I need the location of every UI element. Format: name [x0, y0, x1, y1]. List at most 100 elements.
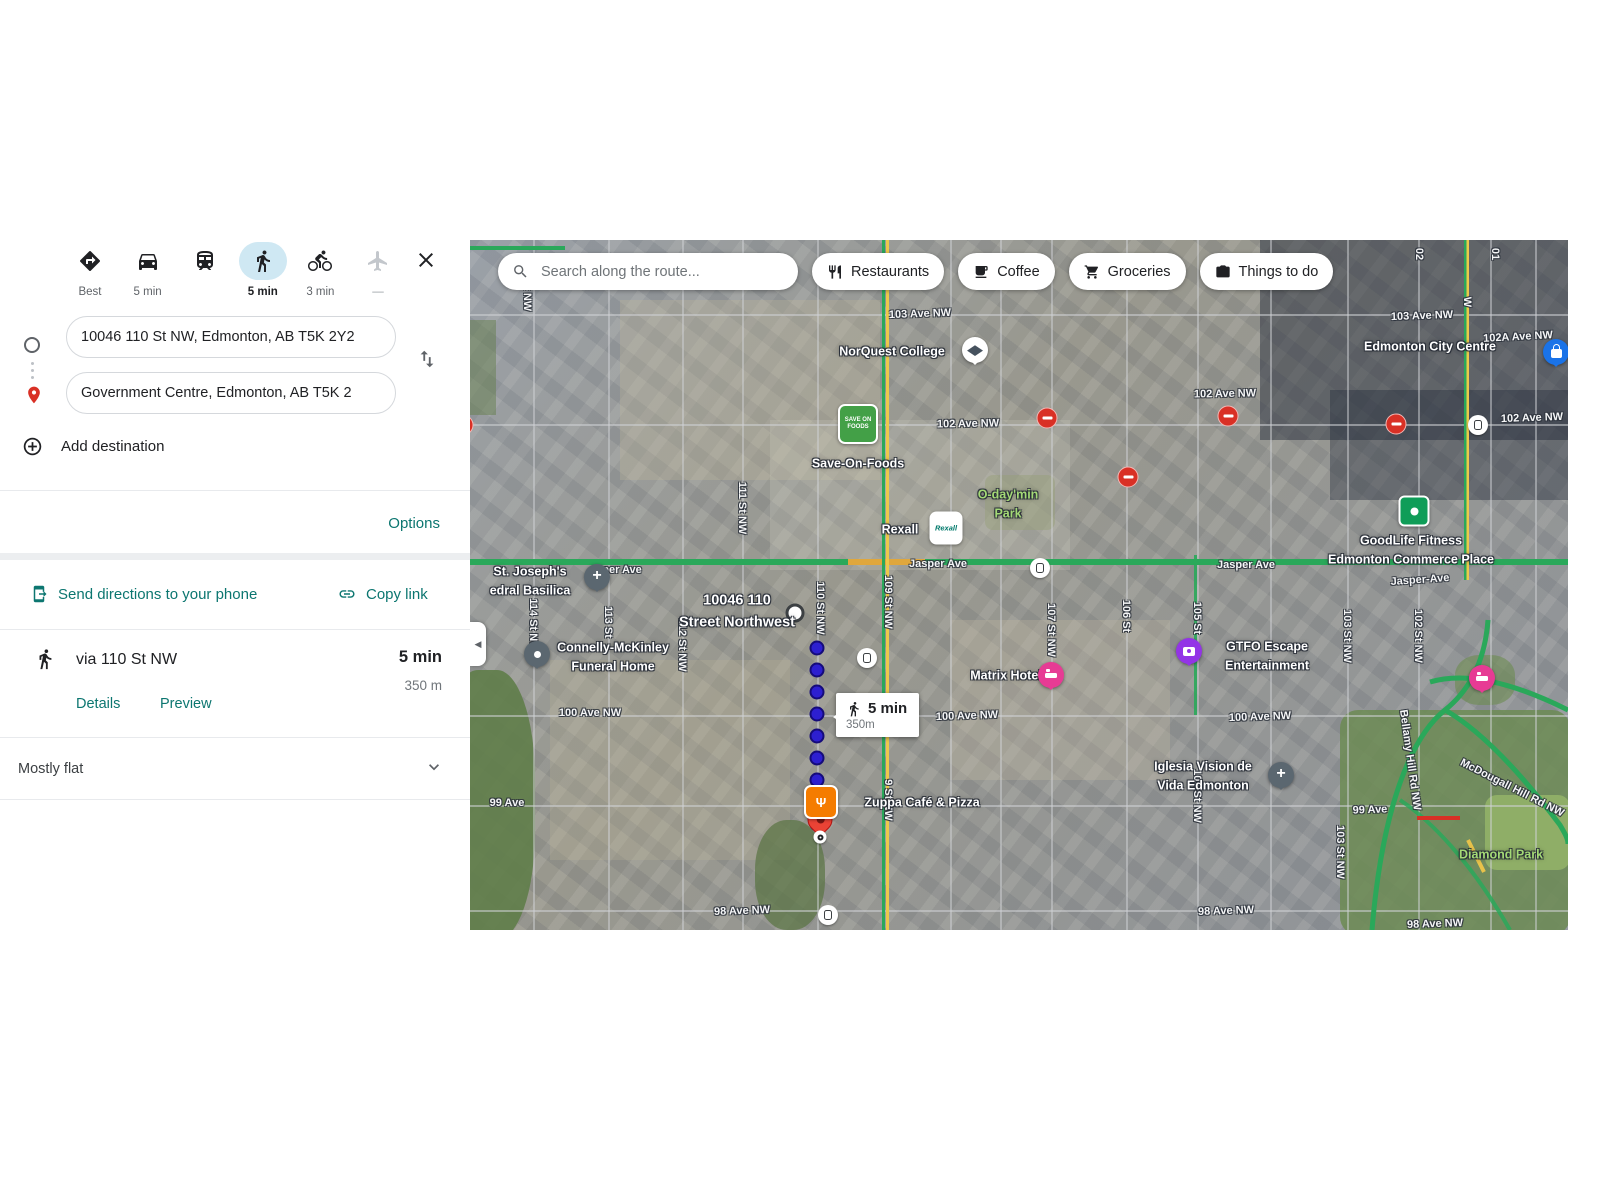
- divider-band: [0, 553, 470, 560]
- road-label: 99 Ave: [490, 797, 525, 809]
- route-dot: [810, 751, 825, 766]
- mode-walking[interactable]: 5 min: [237, 242, 289, 300]
- street: [470, 910, 1568, 912]
- transit-stop-icon[interactable]: [818, 905, 838, 925]
- mode-driving[interactable]: 5 min: [122, 242, 174, 300]
- map-poi-goodlife[interactable]: GoodLife FitnessEdmonton Commerce Place: [1328, 532, 1494, 571]
- search-input[interactable]: [539, 263, 784, 281]
- mode-label: 5 min: [134, 286, 162, 300]
- map-poi-diamond-park[interactable]: Diamond Park: [1459, 845, 1543, 864]
- rexall-pin-rexall[interactable]: Rexall: [930, 512, 963, 545]
- copy-link-button[interactable]: Copy link: [338, 585, 428, 603]
- bag-pin-city-centre[interactable]: [1543, 339, 1568, 365]
- road-closure-icon: [1037, 408, 1058, 429]
- map-poi-rexall[interactable]: Rexall: [882, 520, 919, 539]
- camera-icon: [1215, 264, 1231, 280]
- road-label: 105 St: [1191, 602, 1203, 634]
- route-dot: [810, 729, 825, 744]
- mode-cycling[interactable]: 3 min: [294, 242, 346, 300]
- chip-restaurants[interactable]: Restaurants: [812, 253, 944, 290]
- map-poi-zuppa[interactable]: Zuppa Café & Pizza: [864, 793, 979, 812]
- road-label: 102 Ave NW: [1501, 411, 1564, 425]
- google-maps-directions-page: Best 5 min 5 min 3 min— Add destination Opt…: [0, 0, 1600, 1200]
- route-duration-tooltip[interactable]: 5 min 350m: [836, 693, 919, 737]
- rail-dot: [31, 369, 34, 372]
- transit-stop-icon[interactable]: [1030, 558, 1050, 578]
- map-poi-connelly-mckinley[interactable]: Connelly-McKinleyFuneral Home: [557, 639, 669, 678]
- preview-link[interactable]: Preview: [160, 696, 212, 712]
- road-label: 02: [1413, 248, 1425, 260]
- chip-groceries[interactable]: Groceries: [1069, 253, 1186, 290]
- route-distance: 350 m: [404, 678, 442, 693]
- send-directions-button[interactable]: Send directions to your phone: [30, 585, 257, 603]
- road-label: 110 St NW: [814, 581, 826, 634]
- cycling-icon: [296, 242, 344, 280]
- road-label: W: [1461, 297, 1473, 307]
- mode-best[interactable]: Best: [64, 242, 116, 300]
- camera-pin-gtfo-escape[interactable]: [1176, 638, 1202, 664]
- travel-modes: Best 5 min 5 min 3 min—: [64, 242, 404, 300]
- origin-input[interactable]: [66, 316, 396, 358]
- mode-transit[interactable]: [179, 242, 231, 300]
- mode-flight[interactable]: —: [352, 242, 404, 300]
- map-poi-gtfo-escape[interactable]: GTFO EscapeEntertainment: [1225, 638, 1309, 677]
- divider: [0, 799, 470, 800]
- collapse-panel-tab[interactable]: ◀: [470, 622, 486, 666]
- map-texture: [550, 660, 790, 860]
- route-via-label[interactable]: via 110 St NW: [76, 651, 177, 669]
- road-label: 100 Ave NW: [936, 709, 999, 723]
- map-poi-st-josephs[interactable]: St. Joseph'sedral Basilica: [490, 563, 571, 602]
- saveon-pin-saveon[interactable]: save on foods: [838, 404, 878, 444]
- map-canvas[interactable]: 103 Ave NW103 Ave NW102 Ave NW102 Ave NW…: [470, 240, 1568, 930]
- food-pin-zuppa[interactable]: Ψ: [804, 785, 838, 819]
- cross-pin-st-josephs[interactable]: +: [584, 564, 610, 590]
- goodlife-pin-goodlife[interactable]: [1399, 496, 1430, 527]
- road-label: 102 Ave NW: [937, 417, 999, 430]
- search-along-route[interactable]: [498, 253, 798, 290]
- chip-coffee[interactable]: Coffee: [958, 253, 1054, 290]
- map-poi-odaymin-park[interactable]: O-day'minPark: [978, 486, 1039, 525]
- transit-stop-icon[interactable]: [1468, 415, 1488, 435]
- chip-label: Coffee: [997, 264, 1039, 280]
- route-dot: [810, 663, 825, 678]
- map-poi-norquest[interactable]: NorQuest College: [839, 342, 945, 361]
- swap-origin-destination-button[interactable]: [416, 348, 438, 370]
- destination-target-marker: [814, 831, 827, 844]
- tooltip-duration: 5 min: [868, 700, 907, 717]
- destination-input[interactable]: [66, 372, 396, 414]
- hotel-pin-crowne-hotel[interactable]: [1469, 665, 1495, 691]
- chip-things-to-do[interactable]: Things to do: [1200, 253, 1334, 290]
- mode-label: 5 min: [248, 286, 278, 300]
- destination-pin-icon: [24, 385, 44, 405]
- road-label: 102 St NW: [1412, 609, 1424, 663]
- map-poi-iglesia[interactable]: Iglesia Vision deVida Edmonton: [1154, 758, 1252, 797]
- road-label: Jasper Ave: [909, 558, 967, 570]
- road-label: 113 St: [602, 606, 614, 638]
- road-label: 103 St NW: [1334, 825, 1346, 879]
- details-link[interactable]: Details: [76, 696, 120, 712]
- street: [1197, 240, 1199, 930]
- 101-st-road: [1464, 240, 1469, 580]
- hotel-pin-matrix-hotel[interactable]: [1038, 662, 1064, 688]
- road-label: Jasper-Ave: [1390, 572, 1450, 588]
- dotpin-pin-connelly-mckinley[interactable]: [524, 641, 550, 667]
- map-poi-saveon[interactable]: Save-On-Foods: [812, 454, 904, 473]
- cart-icon: [1084, 264, 1100, 280]
- street: [1000, 240, 1002, 930]
- close-directions-button[interactable]: [414, 248, 438, 272]
- add-destination-button[interactable]: Add destination: [22, 436, 164, 457]
- search-icon: [512, 263, 529, 280]
- chevron-down-icon[interactable]: [424, 757, 444, 777]
- road-closure-icon: [1118, 467, 1139, 488]
- map-poi-matrix-hotel[interactable]: Matrix Hotel: [970, 666, 1042, 685]
- cross-pin-iglesia[interactable]: +: [1268, 762, 1294, 788]
- street: [742, 240, 744, 930]
- map-poi-origin-address[interactable]: 10046 110Street Northwest: [679, 590, 795, 635]
- map-poi-city-centre[interactable]: Edmonton City Centre: [1364, 337, 1496, 356]
- send-to-phone-icon: [30, 585, 48, 603]
- route-duration: 5 min: [399, 648, 442, 667]
- school-pin-norquest[interactable]: ◆: [962, 337, 988, 363]
- options-link[interactable]: Options: [388, 515, 440, 532]
- transit-stop-icon[interactable]: [857, 648, 877, 668]
- road-label: Jasper Ave: [1217, 559, 1275, 571]
